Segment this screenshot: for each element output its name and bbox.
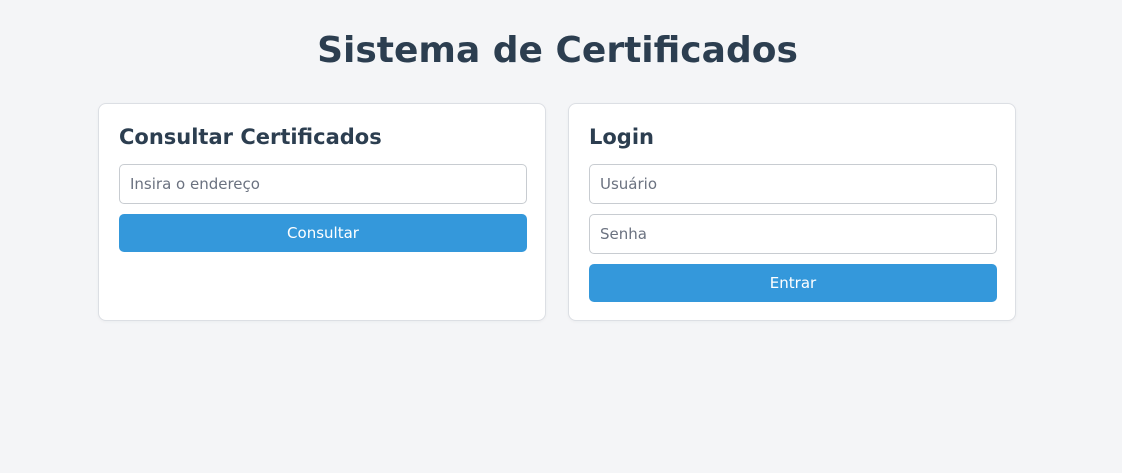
login-card-title: Login (589, 125, 654, 149)
login-button[interactable]: Entrar (589, 264, 997, 302)
password-input[interactable] (589, 214, 997, 254)
username-input[interactable] (589, 164, 997, 204)
page-title: Sistema de Certificados (317, 30, 798, 71)
address-input[interactable] (119, 164, 527, 204)
consult-button[interactable]: Consultar (119, 214, 527, 252)
consult-card-title: Consultar Certificados (119, 125, 382, 149)
consult-card: Consultar Certificados Consultar (98, 103, 546, 321)
login-card: Login Entrar (568, 103, 1016, 321)
